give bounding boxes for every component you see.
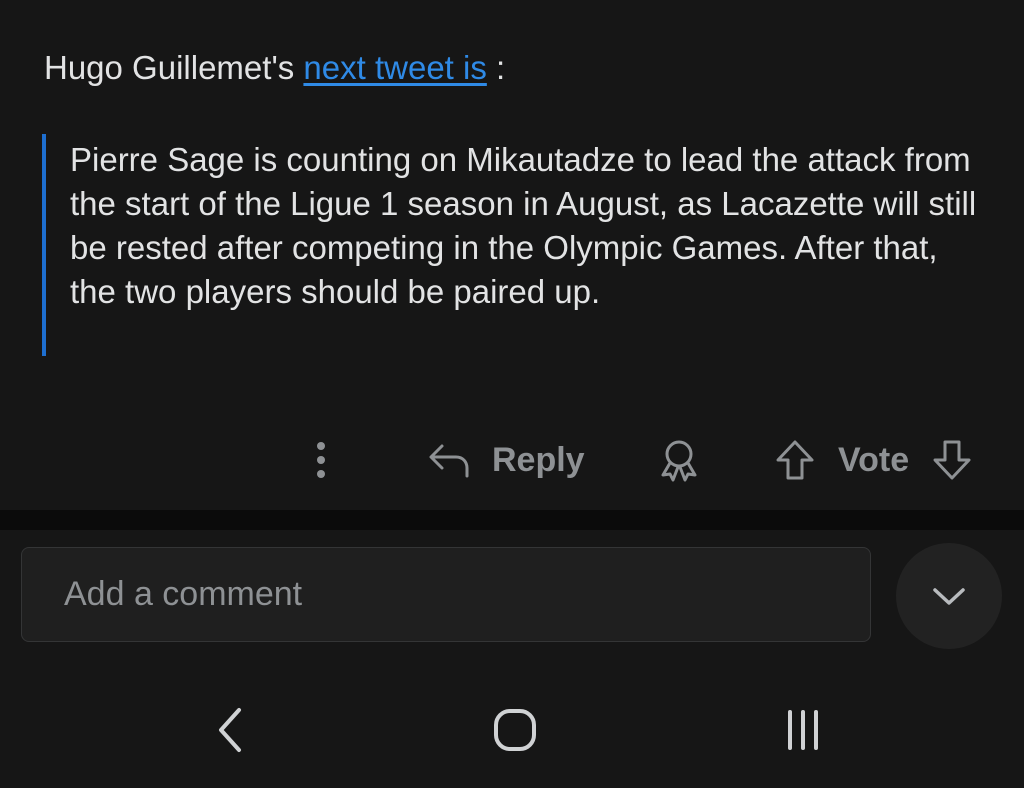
reply-icon bbox=[429, 444, 469, 478]
vote-group: Vote bbox=[774, 430, 973, 490]
nav-back-button[interactable] bbox=[205, 700, 255, 760]
tweet-link[interactable]: next tweet is bbox=[303, 49, 486, 86]
nav-home-button[interactable] bbox=[487, 700, 543, 760]
quote-text: Pierre Sage is counting on Mikautadze to… bbox=[70, 141, 977, 310]
recents-icon bbox=[788, 710, 818, 750]
app-screen: Hugo Guillemet's next tweet is : Pierre … bbox=[0, 0, 1024, 788]
blockquote: Pierre Sage is counting on Mikautadze to… bbox=[42, 134, 990, 356]
back-chevron-icon bbox=[219, 708, 241, 752]
intro-suffix: : bbox=[486, 49, 506, 86]
home-icon bbox=[494, 709, 536, 751]
award-button[interactable] bbox=[656, 430, 702, 490]
add-comment-input[interactable] bbox=[21, 547, 871, 642]
author-prefix: Hugo Guillemet's bbox=[44, 49, 304, 86]
section-divider bbox=[0, 510, 1024, 530]
nav-recents-button[interactable] bbox=[775, 700, 831, 760]
collapse-button[interactable] bbox=[896, 543, 1002, 649]
more-options-button[interactable] bbox=[306, 430, 336, 490]
comment-actions: Reply Vote bbox=[0, 430, 1024, 490]
comment-body: Hugo Guillemet's next tweet is : Pierre … bbox=[0, 0, 1024, 510]
reply-label: Reply bbox=[492, 440, 585, 479]
comment-intro: Hugo Guillemet's next tweet is : bbox=[44, 46, 505, 90]
upvote-icon[interactable] bbox=[774, 438, 816, 482]
chevron-down-icon bbox=[933, 588, 965, 605]
downvote-icon[interactable] bbox=[931, 438, 973, 482]
system-nav-bar bbox=[0, 680, 1024, 780]
award-icon bbox=[661, 440, 697, 482]
vote-label: Vote bbox=[838, 440, 910, 479]
comment-composer-bar bbox=[0, 530, 1024, 788]
vertical-ellipsis-icon bbox=[317, 442, 325, 478]
reply-button[interactable]: Reply bbox=[426, 430, 585, 490]
